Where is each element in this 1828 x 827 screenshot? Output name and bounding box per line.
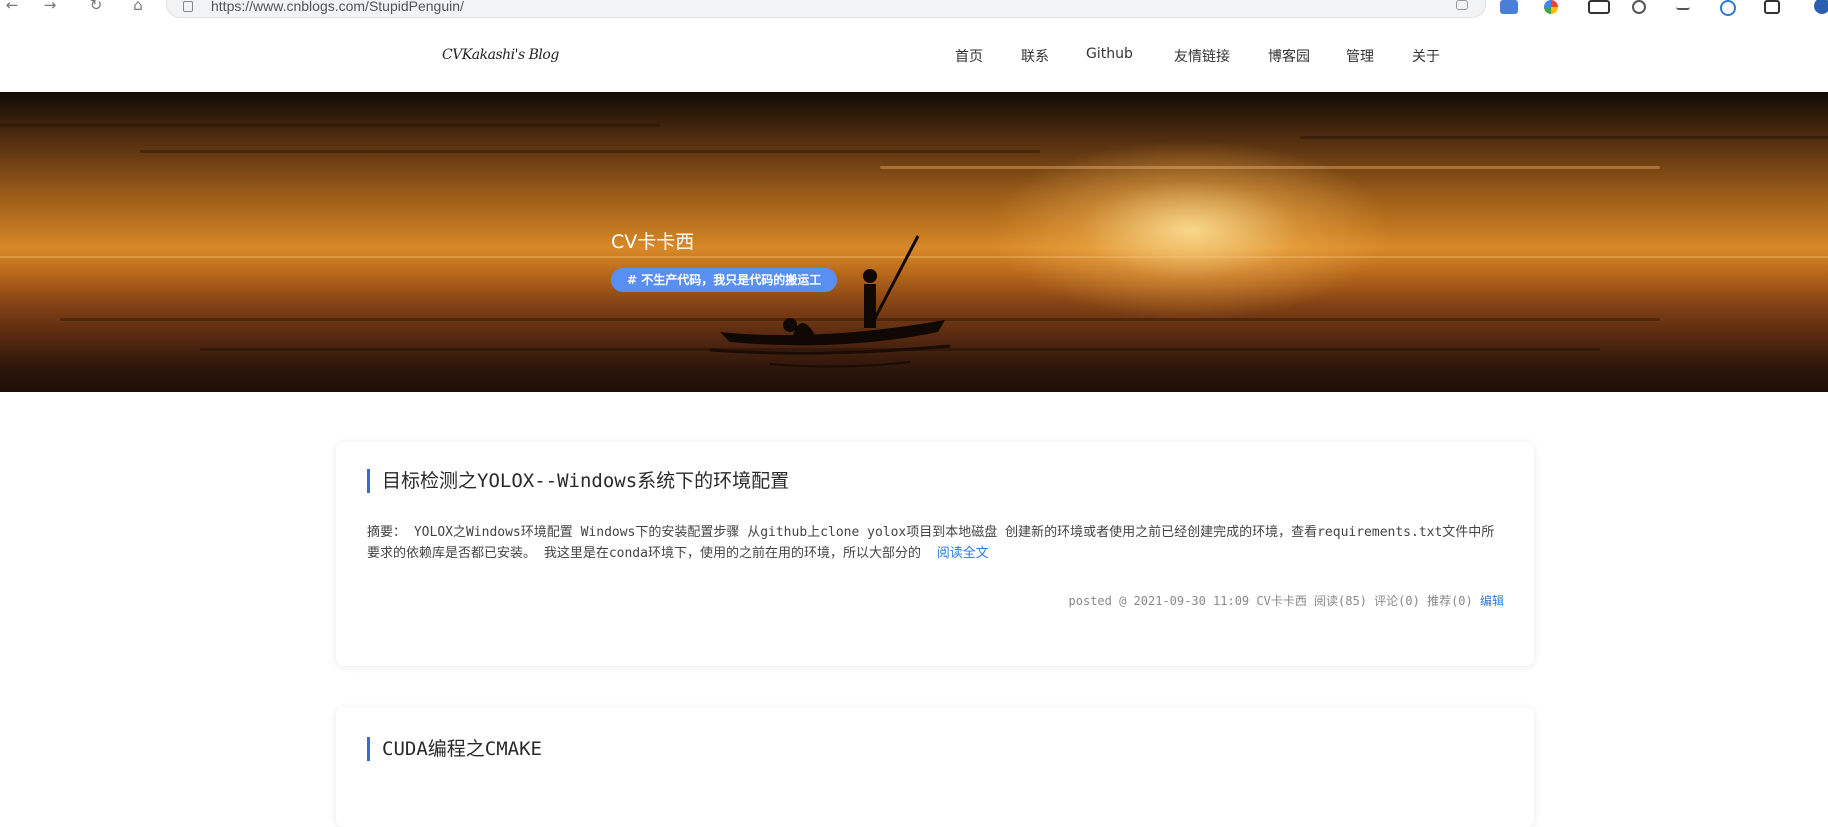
- post-summary: 摘要： YOLOX之Windows环境配置 Windows下的安装配置步骤 从g…: [367, 522, 1507, 564]
- post-footer: posted @ 2021-09-30 11:09 CV卡卡西 阅读(85) 评…: [1069, 592, 1504, 609]
- home-icon[interactable]: ⌂: [128, 0, 148, 16]
- forward-icon[interactable]: →: [40, 0, 60, 16]
- nav-friend-links[interactable]: 友情链接: [1174, 46, 1230, 66]
- nav-github[interactable]: Github: [1086, 46, 1133, 62]
- slogan-badge: # 不生产代码，我只是代码的搬运工: [611, 268, 838, 292]
- cloud-streak: [140, 150, 1040, 153]
- extension-color-icon[interactable]: [1544, 0, 1558, 14]
- site-title: CV卡卡西: [611, 231, 695, 253]
- extensions-puzzle-icon[interactable]: [1632, 0, 1646, 14]
- nav-cnblogs[interactable]: 博客园: [1268, 46, 1310, 66]
- site-logo[interactable]: CVKakashi's Blog: [442, 47, 559, 63]
- page-info-icon[interactable]: [183, 1, 193, 12]
- extension-baidu-icon[interactable]: [1588, 0, 1610, 14]
- address-bar[interactable]: https://www.cnblogs.com/StupidPenguin/: [166, 0, 1486, 18]
- download-icon[interactable]: [1720, 0, 1736, 16]
- profile-avatar-icon[interactable]: [1814, 0, 1828, 14]
- nav-contact[interactable]: 联系: [1021, 46, 1049, 66]
- post-title-link[interactable]: 目标检测之YOLOX--Windows系统下的环境配置: [367, 469, 789, 493]
- cloud-streak: [0, 124, 660, 127]
- nav-admin[interactable]: 管理: [1346, 46, 1374, 66]
- extension-translate-icon[interactable]: [1500, 0, 1518, 14]
- post-summary-text: YOLOX之Windows环境配置 Windows下的安装配置步骤 从githu…: [367, 525, 1495, 561]
- extension-box-icon[interactable]: [1764, 0, 1780, 14]
- address-bar-url: https://www.cnblogs.com/StupidPenguin/: [211, 0, 464, 14]
- cloud-streak: [1300, 136, 1828, 139]
- cloud-streak: [880, 166, 1660, 169]
- back-icon[interactable]: ←: [2, 0, 22, 16]
- post-card: CUDA编程之CMAKE: [336, 707, 1534, 827]
- read-more-link[interactable]: 阅读全文: [937, 546, 989, 561]
- post-title-link[interactable]: CUDA编程之CMAKE: [367, 737, 542, 761]
- hero-banner: CV卡卡西 # 不生产代码，我只是代码的搬运工: [0, 92, 1828, 392]
- post-card: 目标检测之YOLOX--Windows系统下的环境配置 摘要： YOLOX之Wi…: [336, 442, 1534, 666]
- site-header: CVKakashi's Blog 首页 联系 Github 友情链接 博客园 管…: [0, 22, 1828, 92]
- nav-home[interactable]: 首页: [955, 46, 983, 66]
- nav-about[interactable]: 关于: [1412, 46, 1440, 66]
- reading-list-icon[interactable]: [1676, 0, 1690, 10]
- post-summary-prefix: 摘要：: [367, 525, 407, 540]
- edit-link[interactable]: 编辑: [1480, 594, 1504, 608]
- boat-silhouette-image: [709, 235, 951, 368]
- reader-mode-icon[interactable]: [1456, 0, 1468, 10]
- browser-toolbar: ← → ↻ ⌂ https://www.cnblogs.com/StupidPe…: [0, 0, 1828, 23]
- reload-icon[interactable]: ↻: [86, 0, 106, 16]
- post-meta: posted @ 2021-09-30 11:09 CV卡卡西 阅读(85) 评…: [1068, 594, 1473, 608]
